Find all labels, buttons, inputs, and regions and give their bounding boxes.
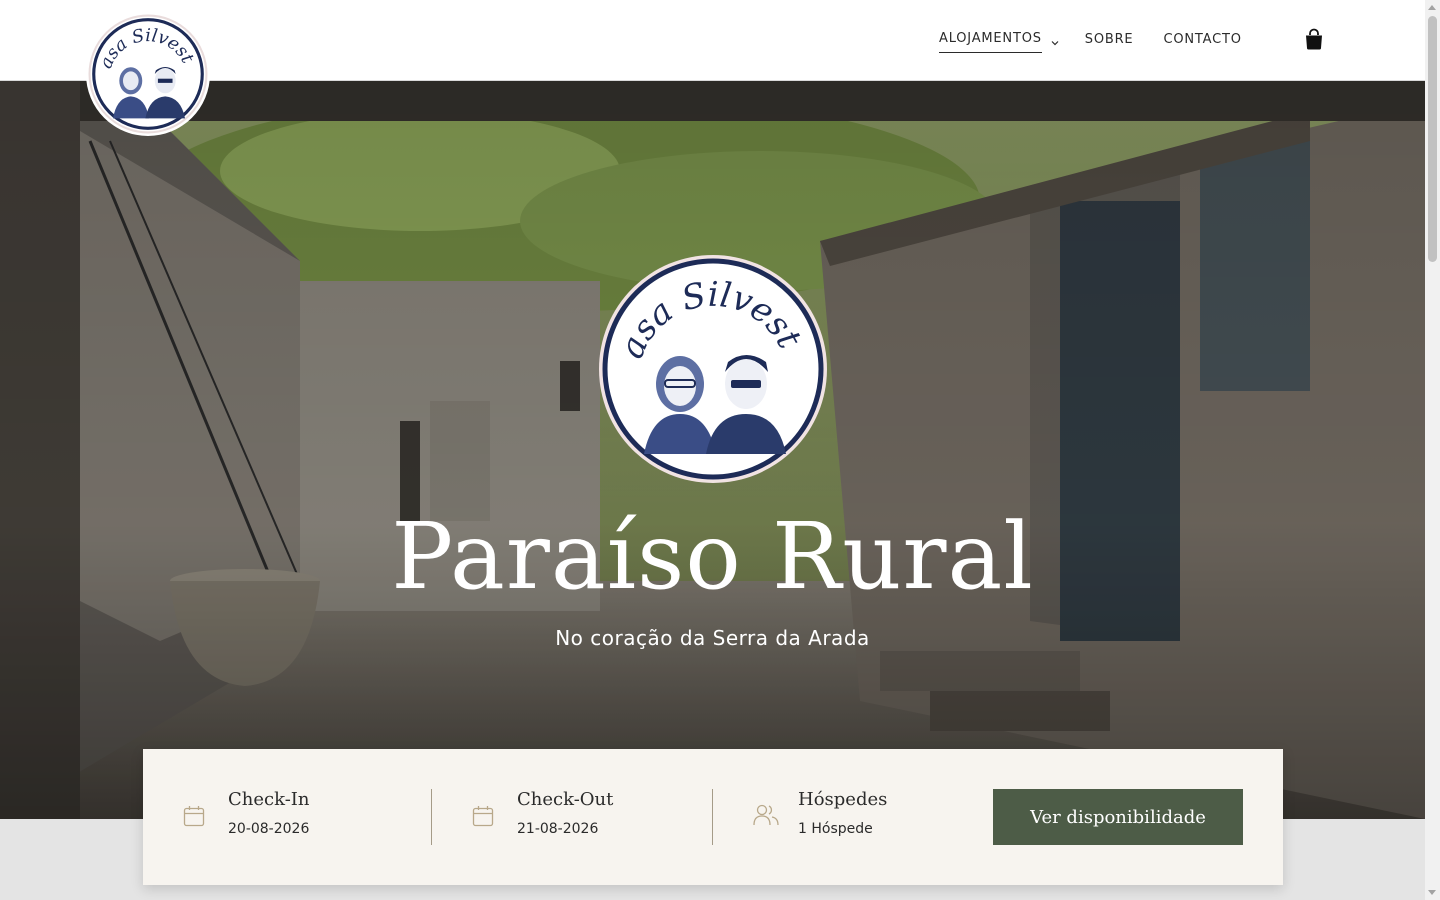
scroll-down-arrow-icon[interactable] (1428, 890, 1436, 895)
nav-item-alojamentos[interactable]: ALOJAMENTOS (939, 31, 1042, 53)
chevron-down-icon[interactable] (1050, 33, 1060, 52)
hero-title: Paraíso Rural (391, 503, 1034, 610)
booking-widget: Check-In 20-08-2026 Check-Out 21-08-2026… (143, 749, 1283, 885)
scrollbar-thumb[interactable] (1428, 16, 1437, 262)
checkout-value[interactable]: 21-08-2026 (517, 821, 598, 837)
calendar-icon (472, 805, 494, 831)
users-icon (753, 803, 779, 831)
hero-subtitle: No coração da Serra da Arada (555, 626, 870, 650)
scrollbar[interactable] (1425, 0, 1440, 900)
check-availability-button[interactable]: Ver disponibilidade (993, 789, 1243, 845)
calendar-icon (183, 805, 205, 831)
checkin-label: Check-In (228, 789, 310, 810)
checkin-value[interactable]: 20-08-2026 (228, 821, 309, 837)
divider (431, 789, 432, 845)
hero-section: Casa Silvestre Paraíso Rural No coração … (0, 81, 1425, 819)
guests-value[interactable]: 1 Hóspede (798, 821, 873, 837)
site-header: ALOJAMENTOS SOBRE CONTACTO (0, 0, 1425, 81)
checkout-field[interactable]: Check-Out 21-08-2026 (472, 789, 702, 849)
divider (712, 789, 713, 845)
hero-logo: Casa Silvestre (585, 223, 828, 484)
nav-item-sobre[interactable]: SOBRE (1085, 32, 1134, 53)
nav-item-contacto[interactable]: CONTACTO (1163, 32, 1241, 53)
main-nav: ALOJAMENTOS SOBRE CONTACTO (939, 31, 1242, 53)
scroll-up-arrow-icon[interactable] (1428, 5, 1436, 10)
checkin-field[interactable]: Check-In 20-08-2026 (183, 789, 413, 849)
checkout-label: Check-Out (517, 789, 614, 810)
shopping-bag-icon[interactable] (1304, 28, 1324, 50)
site-logo[interactable]: Casa Silvestre (81, 0, 208, 134)
guests-label: Hóspedes (798, 789, 888, 810)
guests-field[interactable]: Hóspedes 1 Hóspede (753, 789, 973, 849)
